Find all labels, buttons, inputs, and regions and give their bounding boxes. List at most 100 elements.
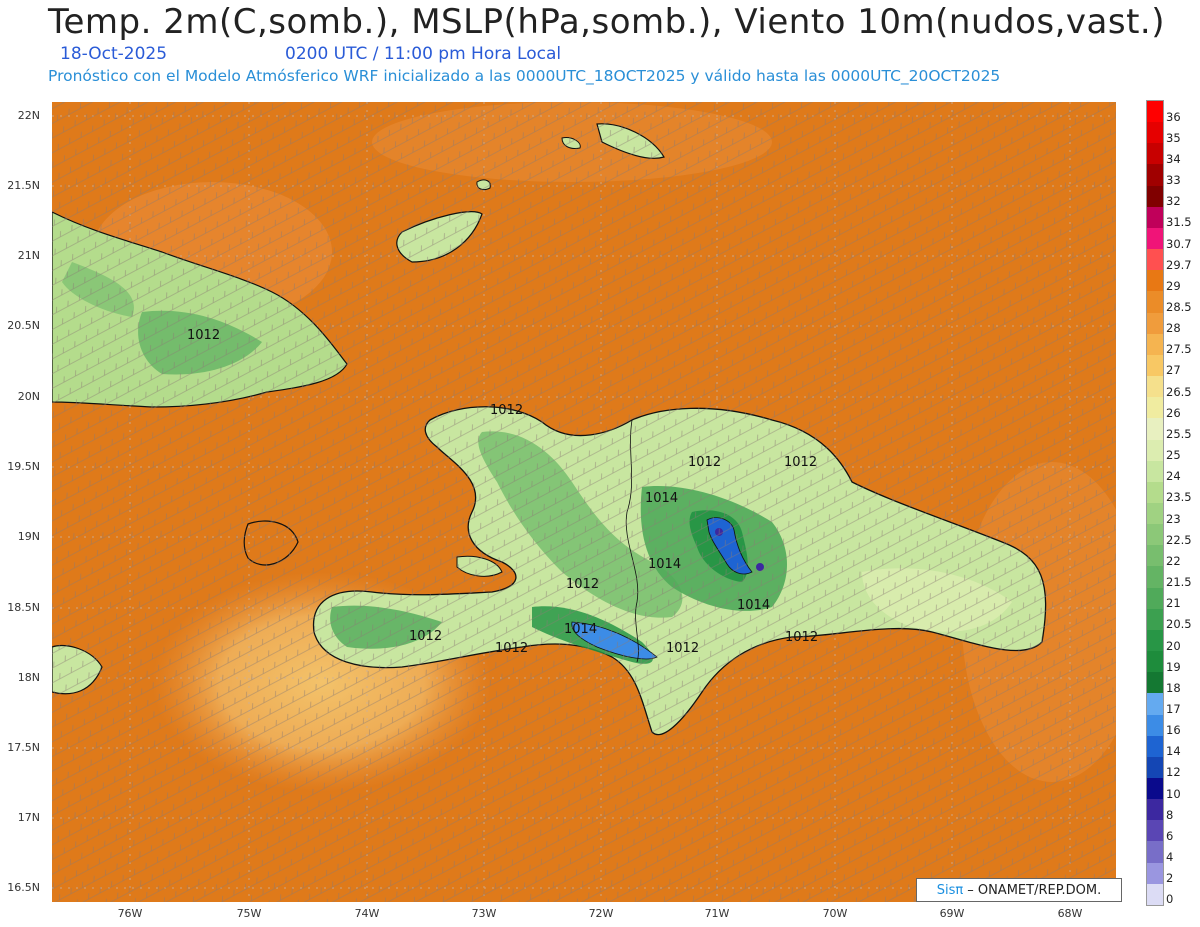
colorbar-label: 26: [1166, 405, 1181, 420]
lat-label: 20.5N: [7, 319, 40, 332]
lon-label: 68W: [1057, 907, 1083, 920]
colorbar-label: 20.5: [1166, 617, 1192, 632]
model-info-line: Pronóstico con el Modelo Atmósferico WRF…: [48, 67, 1001, 85]
colorbar-swatch: [1147, 270, 1163, 292]
isobar-label: 1012: [785, 630, 818, 645]
colorbar-swatch: [1147, 524, 1163, 546]
colorbar-swatch: [1147, 841, 1163, 863]
colorbar-label: 23: [1166, 511, 1181, 526]
lat-label: 17.5N: [7, 741, 40, 754]
colorbar-label: 24: [1166, 469, 1181, 484]
isobar-label: 1014: [645, 491, 678, 506]
lat-label: 21.5N: [7, 179, 40, 192]
colorbar-label: 12: [1166, 765, 1181, 780]
lon-label: 70W: [822, 907, 848, 920]
colorbar-swatch: [1147, 460, 1163, 482]
colorbar-swatch: [1147, 354, 1163, 377]
lat-label: 18.5N: [7, 601, 40, 614]
lat-label: 22N: [17, 109, 40, 122]
forecast-date: 18-Oct-2025: [60, 44, 168, 64]
colorbar-swatch: [1147, 481, 1163, 503]
isobar-label: 1012: [495, 641, 528, 656]
credit-box: Sisπ – ONAMET/REP.DOM.: [916, 878, 1122, 902]
isobar-label: 1012: [784, 455, 817, 470]
map-title: Temp. 2m(C,somb.), MSLP(hPa,somb.), Vien…: [48, 2, 1165, 42]
colorbar-label: 16: [1166, 723, 1181, 738]
colorbar-label: 32: [1166, 194, 1181, 209]
colorbar-swatch: [1147, 566, 1163, 588]
temperature-map: 1012 1012 1012 1012 1014 1014 1012 1014 …: [52, 102, 1116, 902]
lat-label: 21N: [17, 249, 40, 262]
isobar-label: 1014: [737, 598, 770, 613]
lon-label: 72W: [588, 907, 614, 920]
colorbar-label: 2: [1166, 871, 1174, 886]
colorbar-swatch: [1147, 651, 1163, 673]
colorbar-swatch: [1147, 312, 1163, 334]
lat-label: 18N: [17, 671, 40, 684]
colorbar-label: 26.5: [1166, 384, 1192, 399]
colorbar-swatch: [1147, 778, 1163, 800]
lon-label: 69W: [939, 907, 965, 920]
colorbar-swatch: [1147, 545, 1163, 567]
isobar-label: 1012: [409, 629, 442, 644]
isobar-label: 1014: [564, 622, 597, 637]
colorbar-label: 28: [1166, 321, 1181, 336]
colorbar-swatch: [1147, 799, 1163, 821]
colorbar-label: 34: [1166, 151, 1181, 166]
lat-label: 19.5N: [7, 460, 40, 473]
forecast-date-line: 18-Oct-2025 0200 UTC / 11:00 pm Hora Loc…: [60, 44, 561, 64]
colorbar-label: 8: [1166, 807, 1174, 822]
colorbar-label: 25: [1166, 448, 1181, 463]
colorbar-swatch: [1147, 608, 1163, 630]
isobar-label: 1012: [666, 641, 699, 656]
colorbar-label: 31.5: [1166, 215, 1192, 230]
colorbar-label: 21.5: [1166, 575, 1192, 590]
colorbar-label: 21: [1166, 596, 1181, 611]
lat-label: 19N: [17, 530, 40, 543]
colorbar-swatch: [1147, 122, 1163, 144]
sispi-logo: Sisπ: [936, 882, 964, 898]
colorbar-swatch: [1147, 714, 1163, 736]
colorbar-swatch: [1147, 249, 1163, 271]
colorbar-swatch: [1147, 439, 1163, 461]
colorbar-label: 17: [1166, 702, 1181, 716]
colorbar-label: 22.5: [1166, 532, 1192, 547]
colorbar-swatch: [1147, 883, 1163, 905]
isobar-label: 1014: [648, 557, 681, 572]
credit-org: – ONAMET/REP.DOM.: [967, 882, 1102, 898]
isobar-label: 1012: [688, 455, 721, 470]
colorbar-label: 14: [1166, 744, 1181, 759]
colorbar-swatch: [1147, 185, 1163, 207]
colorbar-swatch: [1147, 735, 1163, 757]
colorbar-swatch: [1147, 227, 1163, 250]
colorbar-swatch: [1147, 756, 1163, 778]
colorbar-label: 33: [1166, 173, 1181, 188]
colorbar-swatch: [1147, 397, 1163, 419]
lon-label: 76W: [117, 907, 143, 920]
colorbar-swatch: [1147, 101, 1163, 123]
colorbar-swatch: [1147, 672, 1163, 694]
lat-label: 16.5N: [7, 881, 40, 894]
isobar-label: 1012: [566, 577, 599, 592]
colorbar-swatch: [1147, 376, 1163, 398]
lon-label: 75W: [236, 907, 262, 920]
colorbar-swatch: [1147, 143, 1163, 165]
colorbar-label: 20: [1166, 638, 1181, 653]
lon-label: 71W: [704, 907, 730, 920]
temperature-colorbar: [1146, 100, 1164, 906]
colorbar-swatch: [1147, 693, 1163, 715]
colorbar-label: 27: [1166, 363, 1181, 378]
colorbar-swatch: [1147, 164, 1163, 186]
colorbar-label: 29: [1166, 278, 1181, 293]
lon-label: 74W: [354, 907, 380, 920]
isobar-label: 1012: [187, 328, 220, 343]
colorbar-label: 18: [1166, 680, 1181, 695]
colorbar-swatch: [1147, 820, 1163, 842]
colorbar-label: 27.5: [1166, 342, 1192, 357]
lon-label: 73W: [471, 907, 497, 920]
colorbar-label: 25.5: [1166, 426, 1192, 441]
colorbar-swatch: [1147, 862, 1163, 884]
colorbar-label: 35: [1166, 130, 1181, 145]
colorbar-label: 30.7: [1166, 236, 1192, 251]
colorbar-swatch: [1147, 291, 1163, 313]
